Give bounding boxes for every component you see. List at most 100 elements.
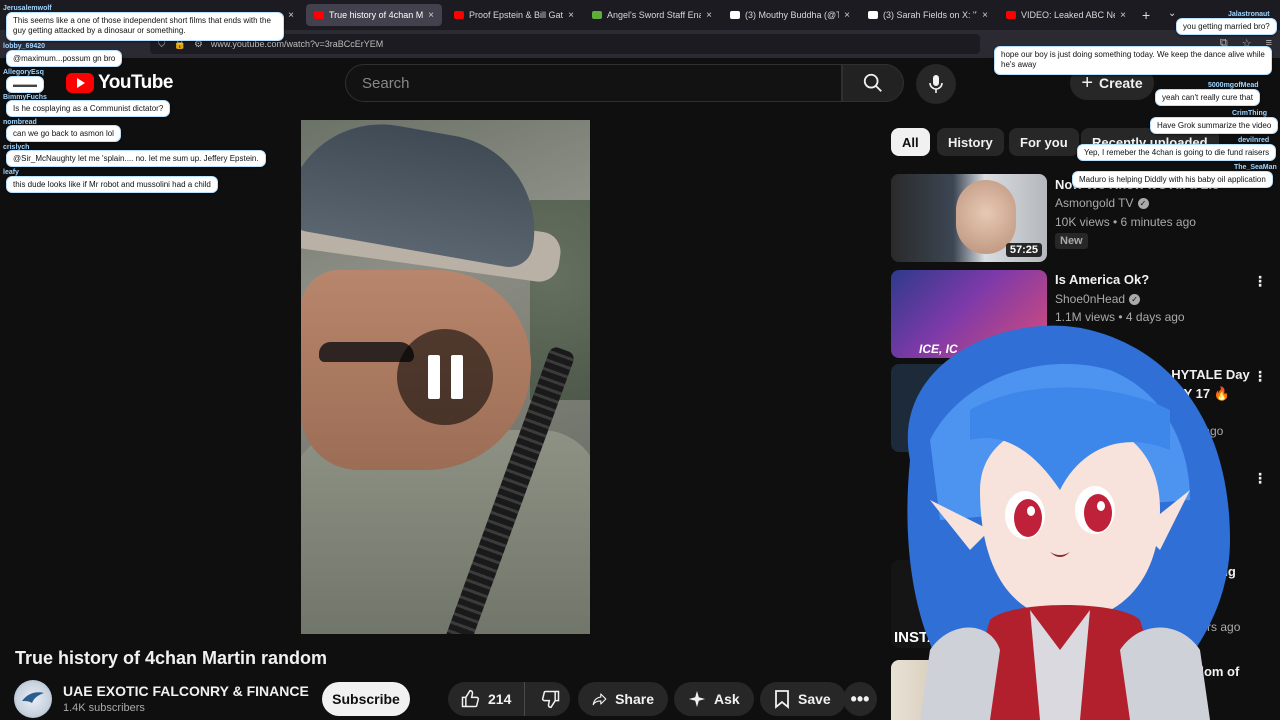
rec-more-icon[interactable]: ⋮ — [1253, 470, 1267, 487]
video-duration: 57:25 — [1005, 243, 1042, 257]
video-title: True history of 4chan Martin random — [15, 648, 328, 668]
youtube-logo[interactable]: YouTube — [66, 72, 173, 94]
like-button[interactable]: 214 — [448, 682, 525, 716]
chat-message: this dude looks like if Mr robot and mus… — [6, 176, 218, 193]
chat-username: AllegoryEsq — [3, 69, 44, 76]
youtube-play-icon — [66, 73, 94, 93]
rec-title-4[interactable]: dom of — [1196, 664, 1239, 679]
new-tab-button[interactable]: + — [1142, 7, 1150, 23]
rec-channel-1[interactable]: Shoe0nHead ✓ — [1055, 292, 1141, 306]
chat-username: Jerusalemwolf — [3, 5, 52, 12]
like-count: 214 — [488, 691, 512, 707]
rec-channel-0[interactable]: Asmongold TV ✓ — [1055, 196, 1149, 210]
microphone-icon — [929, 75, 943, 93]
dislike-button[interactable] — [533, 682, 570, 716]
ask-button[interactable]: Ask — [674, 682, 754, 716]
close-icon[interactable]: × — [1120, 10, 1126, 21]
chat-message: Yep, I remeber the 4chan is going to die… — [1077, 144, 1277, 161]
close-icon[interactable]: × — [844, 10, 850, 21]
rec-thumbnail-2[interactable] — [891, 364, 1047, 452]
close-icon[interactable]: × — [706, 10, 712, 21]
close-icon[interactable]: × — [982, 10, 988, 21]
like-dislike-group: 214 — [448, 682, 570, 716]
chat-message: hope our boy is just doing something tod… — [994, 46, 1272, 75]
search-input[interactable] — [362, 74, 841, 92]
x-favicon-icon — [730, 11, 740, 19]
shop-favicon-icon — [592, 11, 602, 19]
pause-icon — [427, 355, 440, 399]
share-button[interactable]: Share — [578, 682, 668, 716]
browser-tab-5[interactable]: (3) Sarah Fields on X: "This i × — [860, 4, 996, 26]
rec-thumbnail-4[interactable] — [891, 660, 1047, 720]
thumbs-down-icon — [542, 690, 560, 709]
save-button[interactable]: Save — [760, 682, 846, 716]
subscriber-count: 1.4K subscribers — [63, 702, 145, 714]
pause-icon — [450, 355, 463, 399]
channel-name[interactable]: UAE EXOTIC FALCONRY & FINANCE — [63, 683, 309, 699]
chat-username: devilnred — [1238, 137, 1270, 144]
youtube-favicon-icon — [454, 11, 464, 19]
chip-for-you[interactable]: For you — [1009, 128, 1079, 156]
thumbs-up-icon — [461, 689, 480, 708]
chat-username: 5000mgofMead — [1208, 82, 1259, 89]
chat-username: The_SeaMan — [1234, 164, 1277, 171]
rec-more-icon[interactable]: ⋮ — [1253, 368, 1267, 385]
sparkle-icon — [688, 690, 706, 708]
rec-thumbnail-1[interactable]: ICE, IC — [891, 270, 1047, 358]
search-button[interactable] — [842, 64, 904, 102]
falcon-logo-icon — [22, 692, 44, 703]
chevron-down-icon[interactable]: ⌄ — [1168, 8, 1176, 19]
rec-meta-0: 10K views • 6 minutes ago — [1055, 215, 1196, 229]
new-badge: New — [1055, 233, 1088, 249]
more-actions-button[interactable]: ••• — [843, 682, 877, 716]
chat-username: leafy — [3, 169, 19, 176]
rec-meta-3: 5 hours ago — [1177, 620, 1241, 634]
close-icon[interactable]: × — [568, 10, 574, 21]
chat-message: @Sir_McNaughty let me 'splain.... no. le… — [6, 150, 266, 167]
bookmark-icon — [775, 690, 789, 709]
x-favicon-icon — [868, 11, 878, 19]
voice-search-button[interactable] — [916, 64, 956, 104]
rec-title-1[interactable]: Is America Ok? — [1055, 272, 1149, 287]
chat-username: Jalastronaut — [1228, 11, 1270, 18]
subscribe-button[interactable]: Subscribe — [322, 682, 410, 716]
rec-more-icon[interactable]: ⋮ — [1253, 273, 1267, 290]
chat-message: you getting married bro? — [1176, 18, 1277, 35]
chat-username: CrimThing — [1232, 110, 1267, 117]
share-arrow-icon — [592, 693, 607, 706]
rec-title-2-line2[interactable]: DAY 17 🔥 — [1166, 386, 1230, 402]
chat-message: can we go back to asmon lol — [6, 125, 121, 142]
rec-title-3[interactable]: ignaling — [1186, 564, 1236, 579]
browser-tab-6[interactable]: VIDEO: Leaked ABC News In × — [998, 4, 1134, 26]
thumbnail-text: ICE, IC — [919, 342, 958, 356]
chip-all[interactable]: All — [891, 128, 930, 156]
youtube-favicon-icon — [1006, 11, 1016, 19]
rec-thumbnail-3[interactable]: INSTANT KA — [891, 560, 1047, 648]
pause-button[interactable] — [397, 329, 493, 425]
chat-username: lobby_69420 — [3, 43, 46, 50]
browser-tab-4[interactable]: (3) Mouthy Buddha (@TheM × — [722, 4, 858, 26]
thumbnail-text: INSTANT KA — [894, 629, 984, 646]
search-icon — [863, 73, 882, 92]
close-icon[interactable]: × — [428, 10, 434, 21]
channel-avatar[interactable] — [14, 680, 52, 718]
rec-meta-1: 1.1M views • 4 days ago — [1055, 310, 1185, 324]
verified-check-icon: ✓ — [1129, 293, 1141, 305]
chat-message: This seems like a one of those independe… — [6, 12, 284, 41]
chat-message: @maximum...possum gn bro — [6, 50, 123, 67]
browser-tab-2[interactable]: Proof Epstein & Bill Gates cr × — [446, 4, 582, 26]
browser-tab-1[interactable]: True history of 4chan M × — [306, 4, 442, 26]
rec-title-2[interactable]: + HYTALE Day — [1160, 367, 1250, 382]
chat-message: Have Grok summarize the video — [1150, 117, 1279, 134]
close-icon[interactable]: × — [288, 10, 294, 21]
browser-tab-3[interactable]: Angel's Sword Staff Enamel × — [584, 4, 720, 26]
plus-icon: + — [1081, 72, 1094, 94]
chat-message: ▬▬▬ — [6, 76, 44, 93]
rec-meta-2: ys ago — [1188, 424, 1224, 438]
rec-thumbnail-0[interactable]: 57:25 — [891, 174, 1047, 262]
search-box[interactable] — [345, 64, 842, 102]
chat-message: Maduro is helping Diddly with his baby o… — [1072, 171, 1273, 188]
verified-check-icon: ✓ — [1137, 197, 1149, 209]
chip-history[interactable]: History — [937, 128, 1004, 156]
youtube-favicon-icon — [314, 11, 324, 19]
